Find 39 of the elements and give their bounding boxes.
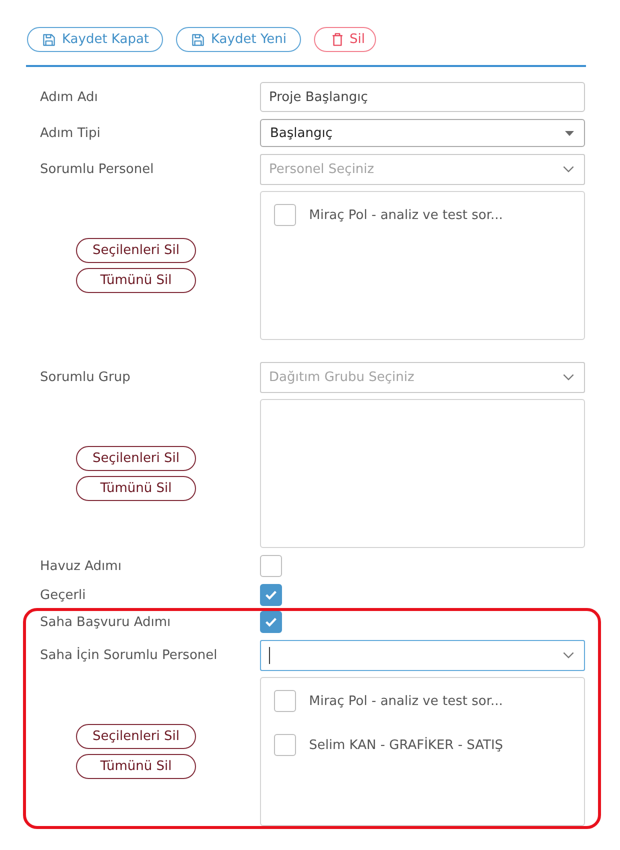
list-item-label[interactable]: Miraç Pol - analiz ve test sor... bbox=[309, 694, 503, 708]
field-label: Saha Başvuru Adımı bbox=[39, 614, 172, 630]
field-label: Geçerli bbox=[39, 588, 87, 602]
remove-selected-button[interactable]: Seçilenleri Sil bbox=[76, 446, 196, 471]
field-label: Sorumlu Grup bbox=[39, 370, 132, 385]
chevron-down-icon bbox=[563, 652, 574, 659]
search-select[interactable] bbox=[260, 640, 585, 671]
text-cursor-icon bbox=[269, 647, 270, 664]
remove-selected-button[interactable]: Seçilenleri Sil bbox=[76, 724, 196, 749]
checkbox[interactable] bbox=[274, 690, 296, 712]
checkbox[interactable] bbox=[260, 611, 282, 633]
save-button[interactable]: Kaydet Yeni bbox=[176, 27, 301, 52]
delete-button[interactable]: Sil bbox=[314, 27, 376, 52]
check-icon bbox=[265, 617, 277, 627]
remove-all-button[interactable]: Tümünü Sil bbox=[76, 754, 196, 779]
checkbox[interactable] bbox=[260, 584, 282, 606]
field-label: Saha İçin Sorumlu Personel bbox=[39, 648, 218, 663]
field-label: Havuz Adımı bbox=[39, 558, 122, 574]
field-label: Adım Adı bbox=[39, 90, 99, 104]
save-icon bbox=[192, 34, 204, 46]
text-input[interactable]: Proje Başlangıç bbox=[260, 82, 585, 112]
remove-selected-button[interactable]: Seçilenleri Sil bbox=[76, 238, 196, 263]
save-icon bbox=[43, 34, 55, 46]
remove-all-button[interactable]: Tümünü Sil bbox=[76, 476, 196, 501]
dropdown-arrow-icon bbox=[565, 130, 574, 136]
checkbox[interactable] bbox=[274, 734, 296, 756]
trash-icon bbox=[332, 33, 343, 46]
chevron-down-icon bbox=[563, 374, 574, 381]
field-label: Adım Tipi bbox=[39, 126, 102, 140]
save-button[interactable]: Kaydet Kapat bbox=[27, 27, 164, 52]
checkbox[interactable] bbox=[274, 204, 296, 226]
list-item-label[interactable]: Selim KAN - GRAFİKER - SATIŞ bbox=[309, 738, 504, 752]
check-icon bbox=[265, 590, 277, 600]
remove-all-button[interactable]: Tümünü Sil bbox=[76, 268, 196, 293]
chevron-down-icon bbox=[563, 166, 574, 173]
field-label: Sorumlu Personel bbox=[39, 162, 155, 177]
checkbox[interactable] bbox=[260, 555, 282, 577]
list-item-label[interactable]: Miraç Pol - analiz ve test sor... bbox=[309, 208, 503, 222]
dropdown[interactable]: Başlangıç bbox=[260, 119, 585, 147]
